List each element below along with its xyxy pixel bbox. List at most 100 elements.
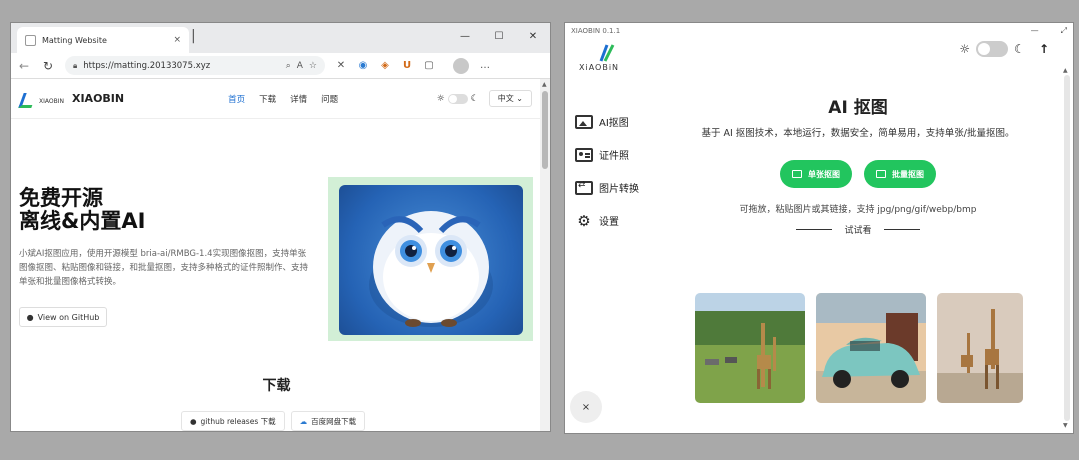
close-icon: × <box>581 401 591 413</box>
try-divider: 试试看 <box>683 223 1033 236</box>
batch-matting-button[interactable]: 批量抠图 <box>864 160 936 188</box>
web-page: XIAOBIN XIAOBIN 首页 下载 详情 问题 ☼ ☾ 中文 ⌄ 免费开… <box>11 79 540 431</box>
language-value: 中文 <box>497 94 514 103</box>
main-panel: AI 抠图 基于 AI 抠图技术，本地运行，数据安全，简单易用，支持单张/批量抠… <box>683 93 1033 236</box>
url-field[interactable]: 🔒︎ https://matting.20133075.xyz ⌕ A ☆ <box>65 56 325 75</box>
app-titlebar: XIAOBIN 0.1.1 — ⤢ <box>565 23 1073 39</box>
sidebar-item-convert[interactable]: 图片转换 <box>575 171 639 204</box>
maximize-button[interactable]: ⤢ <box>1061 26 1067 36</box>
download-buttons: ● github releases 下载 ☁ 百度网盘下载 <box>181 411 366 431</box>
tab-title: Matting Website <box>42 35 107 45</box>
address-bar: ← ↻ 🔒︎ https://matting.20133075.xyz ⌕ A … <box>11 53 550 79</box>
app-toolbar: ☼ ☾ ↑ <box>959 41 1049 57</box>
more-icon[interactable]: … <box>479 60 491 71</box>
moon-icon: ☾ <box>1014 42 1025 56</box>
nav-faq[interactable]: 问题 <box>321 93 338 105</box>
sidebar-item-ai-matting[interactable]: AI抠图 <box>575 105 639 138</box>
sidebar-item-label: 设置 <box>599 217 619 228</box>
divider-line <box>883 229 920 230</box>
convert-icon <box>575 180 593 195</box>
try-label: 试试看 <box>844 226 872 236</box>
extensions-icon[interactable]: ▢ <box>423 60 435 71</box>
close-button[interactable]: × <box>570 391 602 423</box>
arrow-up-icon[interactable]: ↑ <box>1039 42 1049 56</box>
github-button[interactable]: ● View on GitHub <box>19 307 107 327</box>
profile-icon[interactable] <box>453 57 469 74</box>
extension-icon[interactable]: ◉ <box>357 60 369 71</box>
github-releases-label: github releases 下载 <box>200 416 276 426</box>
nav-download[interactable]: 下载 <box>259 93 276 105</box>
site-logo-text: XIAOBIN <box>39 98 64 105</box>
url-text[interactable]: https://matting.20133075.xyz <box>83 61 279 71</box>
sidebar: AI抠图 证件照 图片转换 ⚙ 设置 <box>575 105 639 237</box>
sidebar-item-settings[interactable]: ⚙ 设置 <box>575 204 639 237</box>
scroll-up-icon[interactable]: ▲ <box>1063 67 1068 74</box>
github-button-label: View on GitHub <box>37 312 100 322</box>
site-nav: 首页 下载 详情 问题 <box>228 93 338 105</box>
favorite-icon[interactable]: ☆ <box>309 61 317 71</box>
sample-images <box>695 293 1023 403</box>
single-matting-button[interactable]: 单张抠图 <box>780 160 852 188</box>
sample-image-giraffes-desert[interactable] <box>937 293 1023 403</box>
baidu-pan-button[interactable]: ☁ 百度网盘下载 <box>290 411 366 431</box>
hero-section: 免费开源 离线&内置AI 小斌AI抠图应用，使用开源模型 bria-ai/RMB… <box>11 119 540 379</box>
sample-image-vintage-car[interactable] <box>816 293 926 403</box>
app-logo-text: XiAOBiN <box>579 63 620 72</box>
theme-switch[interactable] <box>447 93 468 104</box>
refresh-icon[interactable]: ↻ <box>41 59 55 73</box>
maximize-button[interactable]: ☐ <box>482 23 516 53</box>
moon-icon: ☾ <box>470 93 479 104</box>
lock-icon[interactable]: 🔒︎ <box>73 61 77 71</box>
tab-close-icon[interactable]: × <box>173 35 181 45</box>
theme-toggle[interactable]: ☼ ☾ <box>437 93 479 104</box>
tab-bar: Matting Website × | — ☐ ✕ <box>11 23 550 53</box>
extension-icon[interactable]: U <box>401 60 413 71</box>
page-scrollbar[interactable]: ▲ <box>540 79 550 431</box>
window-controls: — ☐ ✕ <box>448 23 550 53</box>
scroll-thumb[interactable] <box>542 91 548 169</box>
scroll-up-icon[interactable]: ▲ <box>542 81 547 88</box>
minimize-button[interactable]: — <box>448 23 482 53</box>
site-header: XIAOBIN XIAOBIN 首页 下载 详情 问题 ☼ ☾ 中文 ⌄ <box>11 79 540 119</box>
hero-description: 小斌AI抠图应用，使用开源模型 bria-ai/RMBG-1.4实现图像抠图，支… <box>19 249 309 287</box>
action-buttons: 单张抠图 批量抠图 <box>683 160 1033 188</box>
site-logo-icon[interactable] <box>19 92 37 106</box>
scroll-down-icon[interactable]: ▼ <box>1063 422 1068 429</box>
nav-details[interactable]: 详情 <box>290 93 307 105</box>
hero-image-frame <box>328 177 533 341</box>
app-scrollbar[interactable]: ▲ ▼ <box>1063 67 1070 429</box>
theme-switch[interactable] <box>976 41 1009 57</box>
nav-home[interactable]: 首页 <box>228 93 245 105</box>
hero-title: 免费开源 离线&内置AI <box>19 187 145 233</box>
sidebar-item-label: 证件照 <box>599 151 629 162</box>
close-window-button[interactable]: ✕ <box>516 23 550 53</box>
browser-tab[interactable]: Matting Website × <box>17 27 189 53</box>
read-aloud-icon[interactable]: A <box>297 61 303 71</box>
drop-hint: 可拖放，粘贴图片或其链接，支持 jpg/png/gif/webp/bmp <box>739 205 977 215</box>
folder-icon <box>876 170 886 178</box>
app-window: XIAOBIN 0.1.1 — ⤢ XiAOBiN ☼ ☾ ↑ ▲ ▼ AI抠图… <box>564 22 1074 434</box>
sidebar-item-id-photo[interactable]: 证件照 <box>575 138 639 171</box>
divider-line <box>796 229 833 230</box>
site-brand[interactable]: XIAOBIN <box>72 92 124 105</box>
page-title: AI 抠图 <box>828 98 888 118</box>
gear-icon: ⚙ <box>577 211 591 230</box>
language-select[interactable]: 中文 ⌄ <box>488 90 532 107</box>
back-icon[interactable]: ← <box>17 59 31 73</box>
page-description: 基于 AI 抠图技术，本地运行，数据安全，简单易用，支持单张/批量抠图。 <box>701 128 1015 139</box>
cloud-icon: ☁ <box>299 416 308 426</box>
extension-icon[interactable]: ◈ <box>379 60 391 71</box>
minimize-button[interactable]: — <box>1031 26 1039 36</box>
sun-icon: ☼ <box>959 42 971 56</box>
baidu-pan-label: 百度网盘下载 <box>311 416 357 426</box>
extension-icon[interactable]: ✕ <box>335 60 347 71</box>
github-icon: ● <box>26 312 34 322</box>
github-releases-button[interactable]: ● github releases 下载 <box>181 411 285 431</box>
id-card-icon <box>575 147 593 162</box>
zoom-icon[interactable]: ⌕ <box>286 61 291 71</box>
app-window-controls: — ⤢ <box>1031 26 1067 36</box>
image-icon <box>575 114 593 129</box>
image-icon <box>792 170 802 178</box>
sample-image-giraffes-savanna[interactable] <box>695 293 805 403</box>
new-tab-button[interactable]: | <box>191 28 196 44</box>
